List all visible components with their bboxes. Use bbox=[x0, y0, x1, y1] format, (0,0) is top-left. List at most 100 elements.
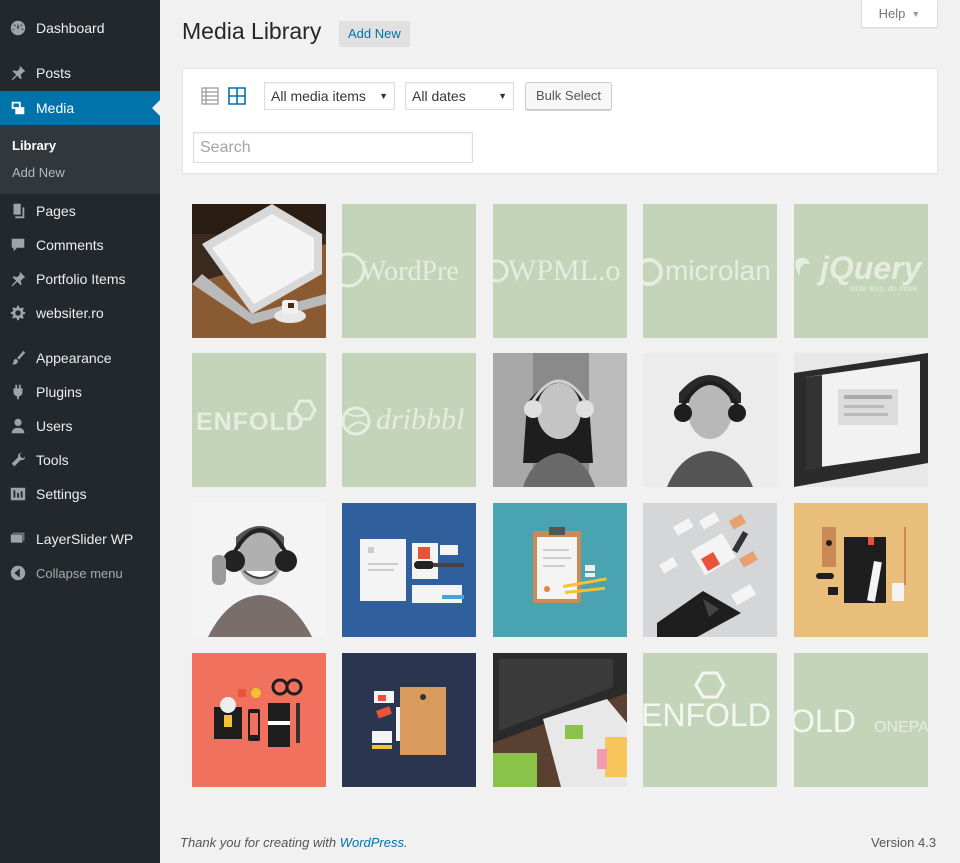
dashboard-icon bbox=[0, 19, 36, 37]
media-item-brand-identity-grey[interactable] bbox=[643, 503, 777, 637]
footer-thanks-prefix: Thank you for creating with bbox=[180, 835, 340, 850]
date-filter-value: All dates bbox=[412, 88, 466, 104]
user-icon bbox=[0, 417, 36, 435]
enfold-onepage-logo-subtext: ONEPA bbox=[874, 719, 928, 736]
sidebar-item-websiter[interactable]: websiter.ro bbox=[0, 296, 160, 330]
sidebar-item-label: Posts bbox=[36, 65, 72, 81]
sidebar-item-posts[interactable]: Posts bbox=[0, 56, 160, 90]
footer-thanks: Thank you for creating with WordPress. bbox=[180, 835, 408, 850]
smiling-man-headphones-thumbnail bbox=[192, 503, 326, 637]
help-button[interactable]: Help ▼ bbox=[861, 0, 938, 28]
sidebar-item-portfolio-items[interactable]: Portfolio Items bbox=[0, 262, 160, 296]
sidebar-item-users[interactable]: Users bbox=[0, 409, 160, 443]
collapse-icon bbox=[0, 564, 36, 582]
media-item-enfold-white-logo[interactable]: ENFOLD bbox=[643, 653, 777, 787]
pin-icon bbox=[0, 64, 36, 82]
collapse-menu-button[interactable]: Collapse menu bbox=[0, 556, 160, 590]
media-item-envelope-navy[interactable] bbox=[342, 653, 476, 787]
submenu-item-add-new[interactable]: Add New bbox=[12, 165, 65, 180]
comment-icon bbox=[0, 236, 36, 254]
page-icon bbox=[0, 202, 36, 220]
caret-down-icon: ▼ bbox=[911, 8, 921, 19]
sidebar-item-label: Dashboard bbox=[36, 20, 105, 36]
sidebar-item-label: Plugins bbox=[36, 384, 82, 400]
bulk-select-button[interactable]: Bulk Select bbox=[525, 82, 613, 110]
wordpress-logo-text: WordPre bbox=[360, 256, 459, 287]
sidebar-item-label: Appearance bbox=[36, 350, 112, 366]
pin-icon bbox=[0, 270, 36, 288]
sidebar-item-label: Portfolio Items bbox=[36, 271, 126, 287]
help-label: Help bbox=[878, 6, 906, 21]
sidebar-item-label: Comments bbox=[36, 237, 104, 253]
sidebar-item-label: Tools bbox=[36, 452, 69, 468]
sidebar-item-label: Media bbox=[36, 100, 75, 116]
man-headphones-thumbnail bbox=[643, 353, 777, 487]
wordpress-link[interactable]: WordPress bbox=[340, 835, 404, 850]
media-item-desk-keyboard-photo[interactable] bbox=[493, 653, 627, 787]
media-item-microlancer-logo[interactable]: microlan bbox=[643, 204, 777, 338]
media-item-jquery-logo[interactable]: jQuery write less, do more. bbox=[794, 204, 928, 338]
footer-version: Version 4.3 bbox=[871, 835, 937, 850]
brand-identity-grey-thumbnail bbox=[643, 503, 777, 637]
wpml-logo-text: WPML.o bbox=[508, 254, 621, 287]
media-item-man-headphones-photo[interactable] bbox=[643, 353, 777, 487]
media-item-stationery-blue[interactable] bbox=[342, 503, 476, 637]
stationery-blue-thumbnail bbox=[342, 503, 476, 637]
media-submenu: Library Add New bbox=[0, 125, 160, 194]
sidebar-item-pages[interactable]: Pages bbox=[0, 194, 160, 228]
stationery-coral-thumbnail bbox=[192, 653, 326, 787]
page-title: Media Library bbox=[182, 18, 322, 44]
media-item-stationery-orange[interactable] bbox=[794, 503, 928, 637]
search-input[interactable] bbox=[193, 132, 473, 163]
sidebar-item-layerslider[interactable]: LayerSlider WP bbox=[0, 522, 160, 556]
media-item-enfold-logo[interactable]: ENFOLD bbox=[192, 353, 326, 487]
plugin-icon bbox=[0, 383, 36, 401]
jquery-tagline: write less, do more. bbox=[850, 284, 920, 293]
envelope-navy-thumbnail bbox=[342, 653, 476, 787]
media-toolbar: All media items ▼ All dates ▼ Bulk Selec… bbox=[182, 68, 938, 174]
date-filter[interactable]: All dates ▼ bbox=[405, 82, 514, 110]
sidebar-item-label: Settings bbox=[36, 486, 87, 502]
media-item-dribbble-logo[interactable]: dribbbl bbox=[342, 353, 476, 487]
layers-icon bbox=[0, 530, 36, 548]
enfold-logo-icon bbox=[293, 399, 317, 421]
grid-view-icon[interactable] bbox=[227, 86, 247, 106]
media-item-laptop-photo[interactable] bbox=[192, 204, 326, 338]
caret-down-icon: ▼ bbox=[379, 91, 388, 101]
clipboard-teal-thumbnail bbox=[493, 503, 627, 637]
media-icon bbox=[0, 99, 36, 117]
media-item-wordpress-logo[interactable]: WordPre bbox=[342, 204, 476, 338]
add-new-button[interactable]: Add New bbox=[339, 21, 410, 47]
media-type-filter[interactable]: All media items ▼ bbox=[264, 82, 395, 110]
stationery-orange-thumbnail bbox=[794, 503, 928, 637]
jquery-logo-text: jQuery bbox=[820, 250, 922, 286]
media-item-clipboard-teal[interactable] bbox=[493, 503, 627, 637]
media-item-stationery-coral[interactable] bbox=[192, 653, 326, 787]
sidebar-item-settings[interactable]: Settings bbox=[0, 477, 160, 511]
sidebar-item-dashboard[interactable]: Dashboard bbox=[0, 11, 160, 45]
wrench-icon bbox=[0, 451, 36, 469]
enfold-white-logo-text: ENFOLD bbox=[643, 697, 771, 733]
sidebar-item-label: Pages bbox=[36, 203, 76, 219]
sidebar-item-plugins[interactable]: Plugins bbox=[0, 375, 160, 409]
media-item-woman-headphones-photo[interactable] bbox=[493, 353, 627, 487]
media-item-enfold-onepage-logo[interactable]: OLD ONEPA bbox=[794, 653, 928, 787]
sidebar-item-appearance[interactable]: Appearance bbox=[0, 341, 160, 375]
sidebar-item-label: LayerSlider WP bbox=[36, 531, 134, 547]
media-item-smiling-man-headphones-photo[interactable] bbox=[192, 503, 326, 637]
list-view-icon[interactable] bbox=[200, 86, 220, 106]
media-type-filter-value: All media items bbox=[271, 88, 366, 104]
sidebar-item-comments[interactable]: Comments bbox=[0, 228, 160, 262]
caret-down-icon: ▼ bbox=[498, 91, 507, 101]
sidebar-item-tools[interactable]: Tools bbox=[0, 443, 160, 477]
brush-icon bbox=[0, 349, 36, 367]
microlancer-logo-text: microlan bbox=[665, 255, 771, 286]
admin-sidebar: Dashboard Posts Media Library Add New Pa… bbox=[0, 0, 160, 863]
sidebar-item-media[interactable]: Media bbox=[0, 91, 160, 125]
media-item-laptop-screen-photo[interactable] bbox=[794, 353, 928, 487]
laptop-screen-thumbnail bbox=[794, 353, 928, 487]
media-item-wpml-logo[interactable]: WPML.o bbox=[493, 204, 627, 338]
footer-thanks-suffix: . bbox=[404, 835, 408, 850]
submenu-item-library[interactable]: Library bbox=[12, 138, 56, 153]
sidebar-item-label: Users bbox=[36, 418, 73, 434]
